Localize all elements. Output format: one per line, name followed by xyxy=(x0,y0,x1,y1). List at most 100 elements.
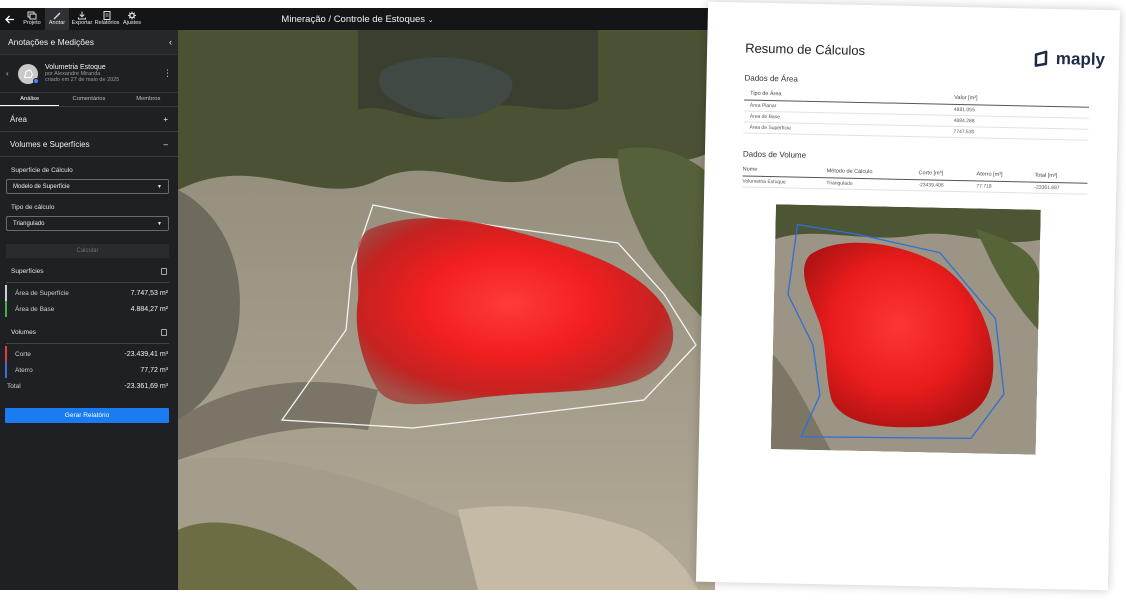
volume-total-label: Total xyxy=(7,382,21,390)
calc-surface-value: Modelo de Superfície xyxy=(13,183,70,190)
caret-down-icon: ▼ xyxy=(157,220,162,227)
volume-row: Corte -23.439,41 m³ xyxy=(5,346,178,362)
document-info: Volumetria Estoque por Alexandre Miranda… xyxy=(45,64,163,84)
copy-icon[interactable] xyxy=(161,267,167,275)
area-section-title: Dados de Área xyxy=(744,73,798,84)
nav-exportar[interactable]: Exportar xyxy=(70,8,94,30)
table-cell: 4884.268 xyxy=(953,117,975,125)
column-header: Método de Cálculo xyxy=(826,168,873,176)
collapse-sidebar-icon[interactable]: ‹ xyxy=(169,37,172,47)
volume-name: Corte xyxy=(15,350,31,358)
generate-report-button[interactable]: Gerar Relatório xyxy=(5,408,169,423)
nav-label: Relatórios xyxy=(94,20,120,26)
volumes-header: Volumes xyxy=(0,326,178,338)
column-header: Aterro [m³] xyxy=(976,171,1003,178)
sidebar-title: Anotações e Medições xyxy=(8,37,94,47)
surface-row: Área de Superfície 7.747,53 m² xyxy=(5,285,178,301)
project-icon xyxy=(27,11,37,20)
calc-type-value: Triangulado xyxy=(13,220,45,227)
export-icon xyxy=(78,11,86,20)
section-volumes-label: Volumes e Superfícies xyxy=(10,139,90,149)
map-viewport[interactable] xyxy=(178,30,715,590)
volume-name: Aterro xyxy=(15,366,33,374)
document-title: Volumetria Estoque xyxy=(45,63,106,71)
section-area-label: Área xyxy=(10,114,27,124)
tab-comentarios[interactable]: Comentários xyxy=(59,93,118,106)
surface-value: 4.884,27 m² xyxy=(130,305,168,313)
volume-value: -23.439,41 m³ xyxy=(124,350,168,358)
nav-anotar[interactable]: Anotar xyxy=(45,8,69,30)
column-header: Total [m³] xyxy=(1034,172,1058,180)
avatar xyxy=(18,63,39,84)
surface-row: Área de Base 4.884,27 m² xyxy=(5,301,178,317)
project-title-dropdown[interactable]: Mineração / Controle de Estoques ⌄ xyxy=(281,14,433,25)
collapse-minus-icon[interactable]: – xyxy=(164,140,168,149)
surface-name: Área de Superfície xyxy=(15,289,69,297)
table-cell: 7747.530 xyxy=(953,128,975,136)
table-cell: Volumetria Estoque xyxy=(742,178,786,186)
reports-icon xyxy=(103,11,111,20)
calc-type-select[interactable]: Triangulado ▼ xyxy=(6,216,169,231)
surface-value: 7.747,53 m² xyxy=(130,289,168,297)
copy-icon[interactable] xyxy=(161,328,167,336)
more-options-icon[interactable]: ⋮ xyxy=(163,68,172,79)
tab-analise[interactable]: Análise xyxy=(0,93,60,106)
stage: Projeto Anotar Exportar Relatórios Ajust… xyxy=(0,0,1126,605)
nav-ajustes[interactable]: Ajustes xyxy=(120,8,144,30)
project-title-text: Mineração / Controle de Estoques xyxy=(281,13,426,25)
calc-surface-select[interactable]: Modelo de Superfície ▼ xyxy=(6,179,169,194)
annotate-icon xyxy=(53,12,61,20)
tab-membros[interactable]: Membros xyxy=(119,93,178,106)
sidebar-tabs: Análise Comentários Membros xyxy=(0,93,178,107)
app-window: Projeto Anotar Exportar Relatórios Ajust… xyxy=(0,8,715,590)
column-header: Corte [m³] xyxy=(918,170,944,177)
nav-projeto[interactable]: Projeto xyxy=(20,8,44,30)
divider xyxy=(6,282,169,283)
section-area[interactable]: Área + xyxy=(0,107,178,132)
calc-surface-label: Superfície de Cálculo xyxy=(11,167,73,174)
report-content: Resumo de Cálculos Dados de Área Tipo de… xyxy=(737,41,1090,456)
table-cell: Área de Superfície xyxy=(749,124,791,132)
report-heatmap-image xyxy=(770,204,1041,455)
report-map-image xyxy=(770,204,1041,455)
nav-relatorios[interactable]: Relatórios xyxy=(95,8,119,30)
nav-label: Exportar xyxy=(71,20,93,26)
table-cell: -23439.406 xyxy=(918,182,944,189)
surface-name: Área de Base xyxy=(15,305,55,313)
volume-total-value: -23.361,69 m³ xyxy=(124,382,168,390)
volume-section-title: Dados de Volume xyxy=(742,149,807,160)
calculate-button[interactable]: Calcular xyxy=(6,244,169,258)
volume-total-row: Total -23.361,69 m³ xyxy=(0,378,178,394)
expand-plus-icon[interactable]: + xyxy=(163,115,168,124)
calc-type-label: Tipo de cálculo xyxy=(11,204,55,211)
document-created: criado em 27 de maio de 2025 xyxy=(45,77,120,83)
chevron-down-icon: ⌄ xyxy=(427,16,434,24)
table-cell: 77.718 xyxy=(976,183,992,190)
surfaces-label: Superfícies xyxy=(11,267,44,275)
nav-label: Projeto xyxy=(23,20,41,26)
volume-value: 77,72 m³ xyxy=(140,366,168,374)
table-cell: -23361.687 xyxy=(1034,184,1060,192)
divider xyxy=(6,343,169,344)
report-preview: maply Resumo de Cálculos Dados de Área T… xyxy=(690,1,1126,604)
table-cell: 4881.055 xyxy=(953,106,975,114)
nav-label: Anotar xyxy=(48,20,66,26)
surfaces-header: Superfícies xyxy=(0,265,178,277)
table-cell: Triangulado xyxy=(826,180,853,187)
document-row: ‹ Volumetria Estoque por Alexandre Miran… xyxy=(0,55,178,93)
status-dot xyxy=(33,77,39,84)
column-header: Valor [m²] xyxy=(954,94,978,102)
chevron-left-icon[interactable]: ‹ xyxy=(6,69,18,78)
column-header: Nome xyxy=(742,166,758,173)
volume-shape-icon xyxy=(23,68,33,78)
settings-icon xyxy=(128,11,136,20)
back-arrow-icon[interactable] xyxy=(0,8,20,30)
caret-down-icon: ▼ xyxy=(157,183,162,190)
column-header: Tipo de Área xyxy=(750,90,782,98)
sidebar-header: Anotações e Medições ‹ xyxy=(0,30,178,55)
report-title: Resumo de Cálculos xyxy=(745,40,866,59)
annotations-sidebar: Anotações e Medições ‹ ‹ Volumetria Esto… xyxy=(0,30,178,590)
aerial-terrain-image xyxy=(178,30,715,590)
section-volumes[interactable]: Volumes e Superfícies – xyxy=(0,132,178,157)
nav-label: Ajustes xyxy=(122,20,142,26)
